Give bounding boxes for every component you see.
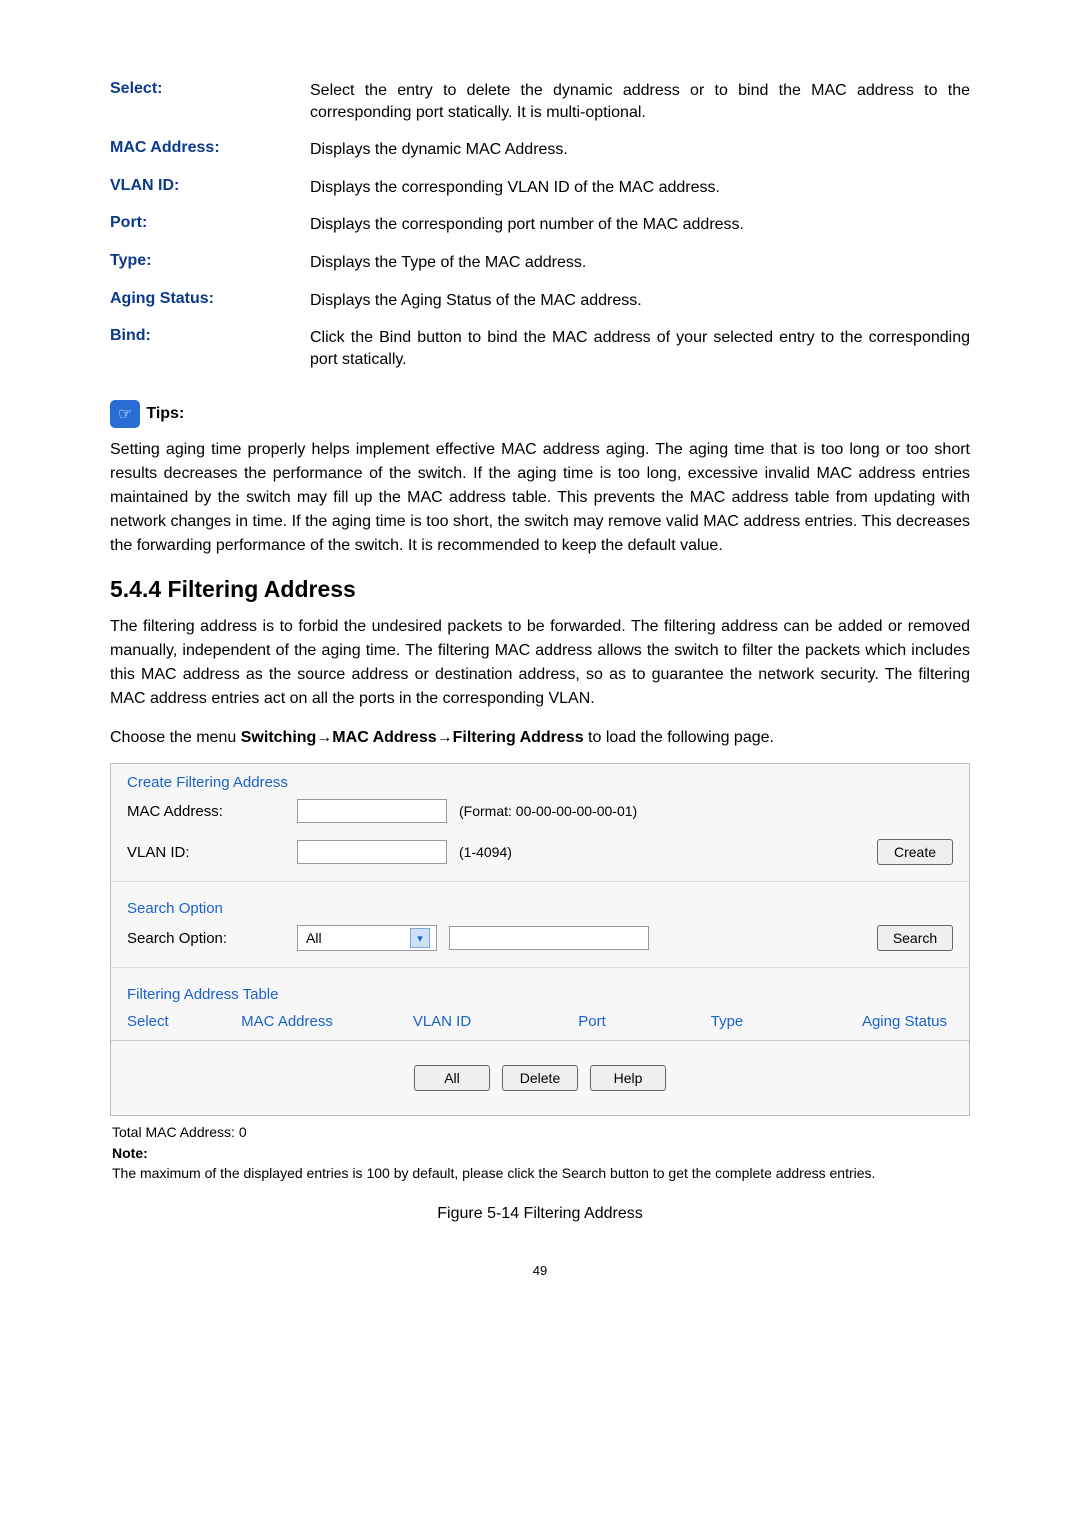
- search-button[interactable]: Search: [877, 925, 953, 951]
- col-mac: MAC Address: [207, 1013, 367, 1030]
- definition-term: MAC Address:: [110, 139, 310, 161]
- vlan-id-hint: (1-4094): [459, 844, 512, 860]
- mac-address-row: MAC Address: (Format: 00-00-00-00-00-01): [111, 791, 969, 831]
- menu-path-line: Choose the menu Switching→MAC Address→Fi…: [110, 729, 970, 747]
- table-section-title: Filtering Address Table: [111, 976, 969, 1003]
- search-option-value: All: [306, 930, 322, 946]
- tips-label: Tips:: [146, 405, 184, 423]
- search-option-select[interactable]: All ▾: [297, 925, 437, 951]
- definition-term: Select:: [110, 80, 310, 123]
- definition-desc: Click the Bind button to bind the MAC ad…: [310, 327, 970, 370]
- definition-desc: Displays the corresponding port number o…: [310, 214, 970, 236]
- definition-desc: Select the entry to delete the dynamic a…: [310, 80, 970, 123]
- divider: [111, 967, 969, 968]
- col-aging: Aging Status: [787, 1013, 953, 1030]
- col-vlan: VLAN ID: [367, 1013, 517, 1030]
- mac-address-label: MAC Address:: [127, 803, 297, 820]
- tips-text: Setting aging time properly helps implem…: [110, 438, 970, 558]
- chevron-down-icon: ▾: [410, 928, 430, 948]
- definition-term: Port:: [110, 214, 310, 236]
- col-port: Port: [517, 1013, 667, 1030]
- search-value-input[interactable]: [449, 926, 649, 950]
- definition-term: VLAN ID:: [110, 177, 310, 199]
- definition-row: Port: Displays the corresponding port nu…: [110, 214, 970, 236]
- definition-row: Type: Displays the Type of the MAC addre…: [110, 252, 970, 274]
- total-mac-count: Total MAC Address: 0: [112, 1122, 968, 1142]
- definition-term: Type:: [110, 252, 310, 274]
- definition-row: Aging Status: Displays the Aging Status …: [110, 290, 970, 312]
- col-select: Select: [127, 1013, 207, 1030]
- definition-row: Select: Select the entry to delete the d…: [110, 80, 970, 123]
- help-button[interactable]: Help: [590, 1065, 666, 1091]
- menu-bold: Switching→MAC Address→Filtering Address: [241, 729, 584, 746]
- table-button-row: All Delete Help: [111, 1041, 969, 1115]
- search-section-title: Search Option: [111, 890, 969, 917]
- definition-desc: Displays the Type of the MAC address.: [310, 252, 970, 274]
- table-header: Select MAC Address VLAN ID Port Type Agi…: [111, 1003, 969, 1041]
- filtering-address-panel: Create Filtering Address MAC Address: (F…: [110, 763, 970, 1116]
- delete-button[interactable]: Delete: [502, 1065, 578, 1091]
- definition-desc: Displays the dynamic MAC Address.: [310, 139, 970, 161]
- definitions-list: Select: Select the entry to delete the d…: [110, 80, 970, 370]
- vlan-id-row: VLAN ID: (1-4094) Create: [111, 831, 969, 873]
- search-option-label: Search Option:: [127, 930, 297, 947]
- create-section-title: Create Filtering Address: [111, 764, 969, 791]
- page-number: 49: [110, 1263, 970, 1278]
- definition-row: MAC Address: Displays the dynamic MAC Ad…: [110, 139, 970, 161]
- note-label: Note:: [112, 1143, 968, 1163]
- mac-address-hint: (Format: 00-00-00-00-00-01): [459, 803, 637, 819]
- definition-term: Aging Status:: [110, 290, 310, 312]
- definition-row: Bind: Click the Bind button to bind the …: [110, 327, 970, 370]
- search-option-row: Search Option: All ▾ Search: [111, 917, 969, 959]
- vlan-id-label: VLAN ID:: [127, 844, 297, 861]
- all-button[interactable]: All: [414, 1065, 490, 1091]
- vlan-id-input[interactable]: [297, 840, 447, 864]
- col-type: Type: [667, 1013, 787, 1030]
- section-heading: 5.4.4 Filtering Address: [110, 576, 970, 603]
- definition-desc: Displays the Aging Status of the MAC add…: [310, 290, 970, 312]
- menu-prefix: Choose the menu: [110, 729, 241, 746]
- tips-icon: ☞: [110, 400, 140, 428]
- tips-header: ☞ Tips:: [110, 400, 970, 428]
- definition-row: VLAN ID: Displays the corresponding VLAN…: [110, 177, 970, 199]
- definition-term: Bind:: [110, 327, 310, 370]
- section-intro: The filtering address is to forbid the u…: [110, 615, 970, 711]
- panel-footnote: Total MAC Address: 0 Note: The maximum o…: [110, 1122, 970, 1183]
- divider: [111, 881, 969, 882]
- note-text: The maximum of the displayed entries is …: [112, 1163, 968, 1183]
- create-button[interactable]: Create: [877, 839, 953, 865]
- definition-desc: Displays the corresponding VLAN ID of th…: [310, 177, 970, 199]
- menu-suffix: to load the following page.: [584, 729, 774, 746]
- mac-address-input[interactable]: [297, 799, 447, 823]
- figure-caption: Figure 5-14 Filtering Address: [110, 1205, 970, 1223]
